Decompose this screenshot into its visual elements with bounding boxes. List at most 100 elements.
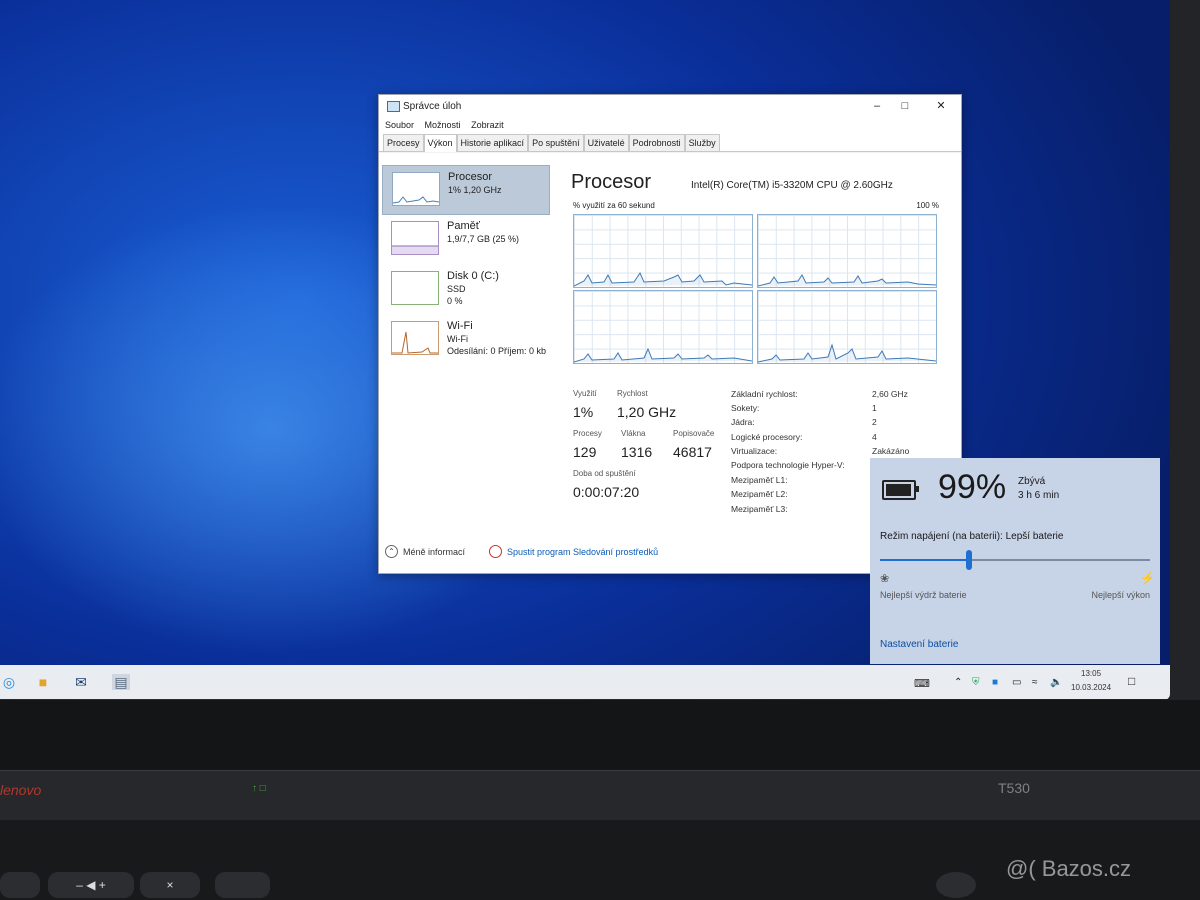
slider-fill — [880, 559, 970, 561]
notification-icon[interactable]: □ — [1128, 674, 1135, 688]
spec-value: 4 — [872, 432, 877, 442]
volume-icon[interactable]: 🔈 — [1050, 677, 1062, 688]
keyboard-key — [215, 872, 270, 898]
taskbar: ◎ ■ ✉ ▤ ⌨ ⌃ ⛨ ■ ▭ ≈ 🔈 13:05 10.03.2024 □ — [0, 665, 1170, 699]
disk-mini-graph — [391, 271, 439, 305]
tab-startup[interactable]: Po spuštění — [528, 134, 584, 151]
cpu-mini-graph — [392, 172, 440, 206]
spec-label: Mezipaměť L2: — [731, 489, 788, 499]
speed-value: 1,20 GHz — [617, 404, 677, 420]
spec-label: Mezipaměť L1: — [731, 475, 788, 485]
threads-label: Vlákna — [621, 429, 646, 438]
tab-services[interactable]: Služby — [684, 134, 720, 151]
sync-icon[interactable]: ■ — [992, 677, 998, 688]
volume-keys-icon: – ◀ + — [48, 872, 134, 898]
spec-value: 1 — [872, 403, 877, 413]
graph-max-label: 100 % — [916, 201, 939, 210]
leaf-icon: ❀ — [880, 573, 890, 585]
battery-icon — [882, 480, 919, 500]
spec-label: Sokety: — [731, 403, 760, 413]
sidebar-item-detail-2: 0 % — [447, 296, 463, 306]
sidebar-item-detail-2: Odesílání: 0 Příjem: 0 kb — [447, 346, 547, 356]
slider-thumb[interactable] — [966, 550, 973, 570]
tab-details[interactable]: Podrobnosti — [628, 134, 685, 151]
sidebar-item-detail: 1% 1,20 GHz — [448, 185, 502, 195]
sidebar-item-memory[interactable]: Paměť 1,9/7,7 GB (25 %) — [382, 215, 548, 263]
desktop: Správce úloh – □ ✕ Soubor Možnosti Zobra… — [0, 0, 1170, 700]
tab-users[interactable]: Uživatelé — [583, 134, 629, 151]
menu-zobrazit[interactable]: Zobrazit — [471, 117, 504, 133]
battery-tray-icon[interactable]: ▭ — [1012, 677, 1021, 688]
remaining-time: 3 h 6 min — [1018, 490, 1060, 501]
sidebar-item-detail: SSD — [447, 284, 466, 294]
handles-value: 46817 — [673, 444, 712, 460]
spec-label: Virtualizace: — [731, 446, 778, 456]
core-graph-4 — [757, 290, 937, 364]
power-mode-slider[interactable] — [880, 559, 1150, 561]
menu-bar: Soubor Možnosti Zobrazit — [379, 117, 961, 133]
slider-right-label: Nejlepší výkon — [1091, 590, 1150, 600]
core-graph-1 — [573, 214, 753, 288]
window-title: Správce úloh — [403, 101, 462, 112]
file-explorer-icon[interactable]: ■ — [34, 674, 52, 690]
battery-percent: 99% — [938, 468, 1007, 506]
spec-label: Jádra: — [731, 417, 755, 427]
menu-moznosti[interactable]: Možnosti — [425, 117, 461, 133]
resource-monitor-icon — [489, 545, 502, 558]
screen-bezel-right — [1170, 0, 1200, 700]
menu-soubor[interactable]: Soubor — [385, 117, 414, 133]
spec-value: Zakázáno — [872, 446, 910, 456]
tab-app-history[interactable]: Historie aplikací — [456, 134, 529, 151]
minimize-icon[interactable]: – — [863, 98, 891, 114]
sidebar-item-label: Procesor — [448, 171, 493, 183]
title-bar[interactable]: Správce úloh – □ ✕ — [379, 95, 961, 117]
clock-date[interactable]: 10.03.2024 — [1071, 683, 1111, 692]
model-label: T530 — [998, 780, 1030, 796]
shield-icon[interactable]: ⛨ — [972, 677, 980, 688]
sidebar-item-label: Wi-Fi — [447, 320, 473, 332]
task-manager-taskbar-icon[interactable]: ▤ — [112, 674, 130, 690]
clock-time[interactable]: 13:05 — [1081, 669, 1101, 678]
spec-label: Logické procesory: — [731, 432, 803, 442]
close-icon[interactable]: ✕ — [927, 98, 955, 114]
spec-value: 2,60 GHz — [872, 389, 908, 399]
lightning-icon: ⚡ — [1140, 571, 1155, 585]
keyboard-key — [0, 872, 40, 898]
tab-bar: Procesy Výkon Historie aplikací Po spuštění… — [379, 133, 961, 152]
memory-mini-graph — [391, 221, 439, 255]
chevron-up-icon[interactable]: ⌃ — [954, 677, 962, 688]
uptime-label: Doba od spuštění — [573, 469, 636, 478]
sidebar-item-label: Disk 0 (C:) — [447, 270, 499, 282]
resource-monitor-link[interactable]: Spustit program Sledování prostředků — [507, 547, 658, 557]
keyboard-icon[interactable]: ⌨ — [914, 677, 930, 690]
uptime-value: 0:00:07:20 — [573, 484, 640, 500]
wifi-icon[interactable]: ≈ — [1032, 677, 1038, 688]
spec-label: Podpora technologie Hyper-V: — [731, 460, 845, 470]
spec-label: Základní rychlost: — [731, 389, 798, 399]
sidebar-item-cpu[interactable]: Procesor 1% 1,20 GHz — [382, 165, 550, 215]
maximize-icon[interactable]: □ — [891, 98, 919, 114]
threads-value: 1316 — [621, 444, 653, 460]
battery-flyout: 99% Zbývá 3 h 6 min Režim napájení (na b… — [870, 458, 1160, 664]
brand-logo: lenovo — [0, 782, 42, 798]
handles-label: Popisovače — [673, 429, 715, 438]
sidebar-item-label: Paměť — [447, 220, 480, 232]
sidebar-item-wifi[interactable]: Wi-Fi Wi-Fi Odesílání: 0 Příjem: 0 kb — [382, 315, 548, 363]
utilization-value: 1% — [573, 404, 594, 420]
fewer-details-link[interactable]: Méně informací — [403, 547, 465, 557]
remaining-label: Zbývá — [1018, 476, 1046, 487]
tab-performance[interactable]: Výkon — [423, 134, 457, 152]
mute-key-icon: × — [140, 872, 200, 898]
power-button-icon — [936, 872, 976, 898]
mail-icon[interactable]: ✉ — [72, 674, 90, 690]
sidebar-item-disk[interactable]: Disk 0 (C:) SSD 0 % — [382, 265, 548, 313]
battery-settings-link[interactable]: Nastavení baterie — [880, 639, 958, 650]
speed-label: Rychlost — [617, 389, 648, 398]
tab-processes[interactable]: Procesy — [383, 134, 424, 151]
processes-label: Procesy — [573, 429, 602, 438]
power-mode-label: Režim napájení (na baterii): Lepší bater… — [880, 531, 1064, 542]
chevron-up-icon[interactable]: ⌃ — [385, 545, 398, 558]
spec-label: Mezipaměť L3: — [731, 504, 788, 514]
sidebar-item-detail: 1,9/7,7 GB (25 %) — [447, 234, 520, 244]
edge-icon[interactable]: ◎ — [0, 674, 18, 690]
